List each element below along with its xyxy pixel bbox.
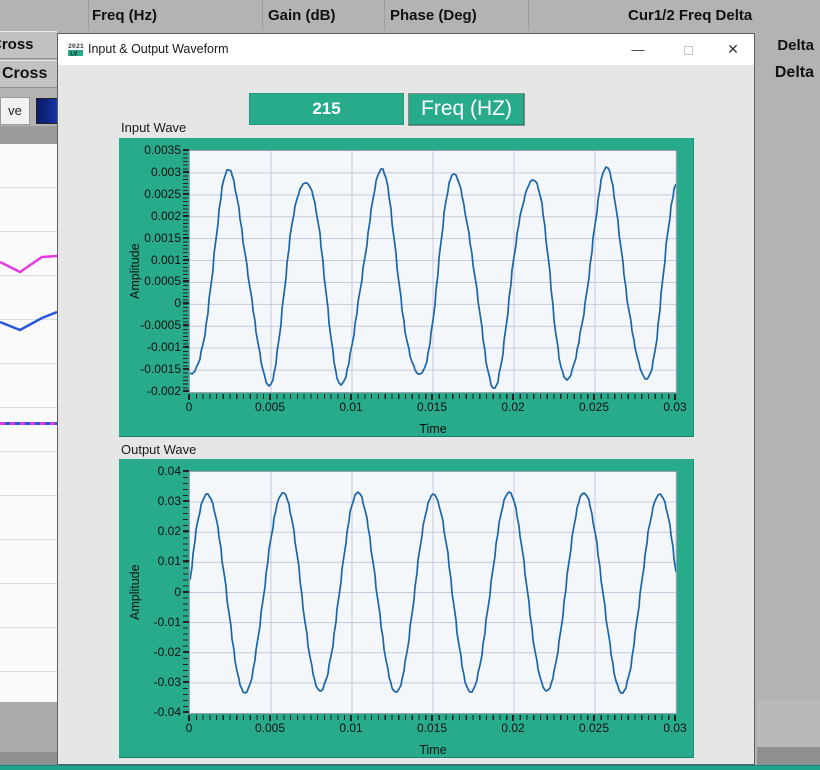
y-tick-label: 0.003: [121, 165, 181, 179]
output-waveform: [190, 472, 676, 713]
bg-cell-cross-1[interactable]: Cross: [0, 31, 57, 59]
x-tick-label: 0.015: [408, 721, 456, 735]
y-tick-label: 0.001: [121, 253, 181, 267]
bg-cursor-dashed-line[interactable]: [0, 422, 57, 425]
y-tick-label: -0.0005: [121, 318, 181, 332]
y-tick-label: 0: [121, 296, 181, 310]
y-tick-label: -0.0015: [121, 362, 181, 376]
x-tick-label: 0.01: [327, 721, 375, 735]
bg-band: [757, 700, 820, 747]
freq-unit-label: Freq (HZ): [408, 93, 525, 126]
y-tick-label: 0: [121, 585, 181, 599]
x-tick-label: 0: [165, 400, 213, 414]
x-minor-ticks: [189, 394, 677, 399]
bg-gray-bar: [0, 126, 57, 144]
bg-band: [0, 702, 57, 752]
x-tick-label: 0: [165, 721, 213, 735]
y-tick-label: 0.02: [121, 524, 181, 538]
x-tick-label: 0.005: [246, 400, 294, 414]
bg-wave-button[interactable]: ve: [0, 97, 30, 125]
svg-text:LV: LV: [70, 51, 78, 58]
y-tick-label: -0.002: [121, 384, 181, 398]
x-tick-label: 0.02: [489, 721, 537, 735]
bg-cell-cross-2[interactable]: Cross: [0, 60, 57, 88]
y-tick-label: 0.0025: [121, 187, 181, 201]
y-tick-label: 0.03: [121, 494, 181, 508]
x-tick-label: 0.02: [489, 400, 537, 414]
y-tick-label: -0.03: [121, 675, 181, 689]
x-tick-label: 0.015: [408, 400, 456, 414]
bg-bottom-strip: [0, 765, 820, 770]
bg-header-freq: Freq (Hz): [92, 7, 157, 24]
y-tick-label: 0.002: [121, 209, 181, 223]
bg-cell-cross-1-label: Cross: [0, 32, 34, 58]
output-wave-title: Output Wave: [121, 442, 196, 457]
x-tick-label: 0.005: [246, 721, 294, 735]
y-tick-label: -0.02: [121, 645, 181, 659]
bg-header-phase: Phase (Deg): [390, 7, 477, 24]
bg-header-gain: Gain (dB): [268, 7, 336, 24]
waveform-window: 20 21 LV Input & Output Waveform — ✕ 215…: [57, 33, 755, 765]
x-tick-label: 0.03: [651, 721, 699, 735]
minimize-icon: —: [632, 42, 645, 57]
y-tick-label: 0.0035: [121, 143, 181, 157]
input-wave-chart: Amplitude Time 00.0050.010.0150.020.0250…: [119, 138, 694, 437]
maximize-icon: [684, 46, 693, 55]
x-tick-label: 0.025: [570, 400, 618, 414]
header-divider: [88, 0, 89, 30]
output-wave-chart: Amplitude Time 00.0050.010.0150.020.0250…: [119, 459, 694, 758]
bg-cell-delta-1: Delta: [758, 33, 820, 60]
y-minor-ticks: [183, 471, 188, 714]
y-minor-ticks: [183, 150, 188, 393]
header-divider: [384, 0, 385, 30]
input-x-axis-label: Time: [189, 422, 677, 436]
y-tick-label: 0.0005: [121, 274, 181, 288]
input-plot-area[interactable]: [189, 150, 677, 393]
bg-cell-delta-2: Delta: [758, 60, 820, 87]
y-tick-label: 0.01: [121, 554, 181, 568]
bg-band: [0, 752, 57, 765]
maximize-button[interactable]: [668, 34, 708, 65]
output-plot-area[interactable]: [189, 471, 677, 714]
titlebar[interactable]: 20 21 LV Input & Output Waveform — ✕: [58, 34, 754, 65]
svg-text:21: 21: [76, 43, 84, 50]
bg-band: [757, 747, 820, 765]
screen: Freq (Hz) Gain (dB) Phase (Deg) Cur1/2 F…: [0, 0, 820, 770]
labview-app-icon: 20 21 LV: [67, 42, 84, 57]
header-divider: [528, 0, 529, 30]
header-divider: [262, 0, 263, 30]
output-x-axis-label: Time: [189, 743, 677, 757]
x-tick-label: 0.025: [570, 721, 618, 735]
x-minor-ticks: [189, 715, 677, 720]
bg-header-cur-delta: Cur1/2 Freq Delta: [628, 7, 752, 24]
input-waveform: [190, 151, 676, 392]
close-icon: ✕: [727, 41, 739, 57]
y-tick-label: 0.04: [121, 464, 181, 478]
y-tick-label: -0.01: [121, 615, 181, 629]
svg-text:20: 20: [68, 43, 76, 50]
input-wave-title: Input Wave: [121, 120, 186, 135]
freq-value-display[interactable]: 215: [249, 93, 404, 125]
window-title: Input & Output Waveform: [88, 42, 229, 56]
y-tick-label: -0.001: [121, 340, 181, 354]
minimize-button[interactable]: —: [618, 34, 658, 65]
y-tick-label: 0.0015: [121, 231, 181, 245]
bg-cell-cross-2-label: Cross: [2, 61, 47, 87]
bg-left-plot: [0, 144, 57, 702]
x-tick-label: 0.01: [327, 400, 375, 414]
close-button[interactable]: ✕: [713, 34, 753, 65]
x-tick-label: 0.03: [651, 400, 699, 414]
y-tick-label: -0.04: [121, 705, 181, 719]
